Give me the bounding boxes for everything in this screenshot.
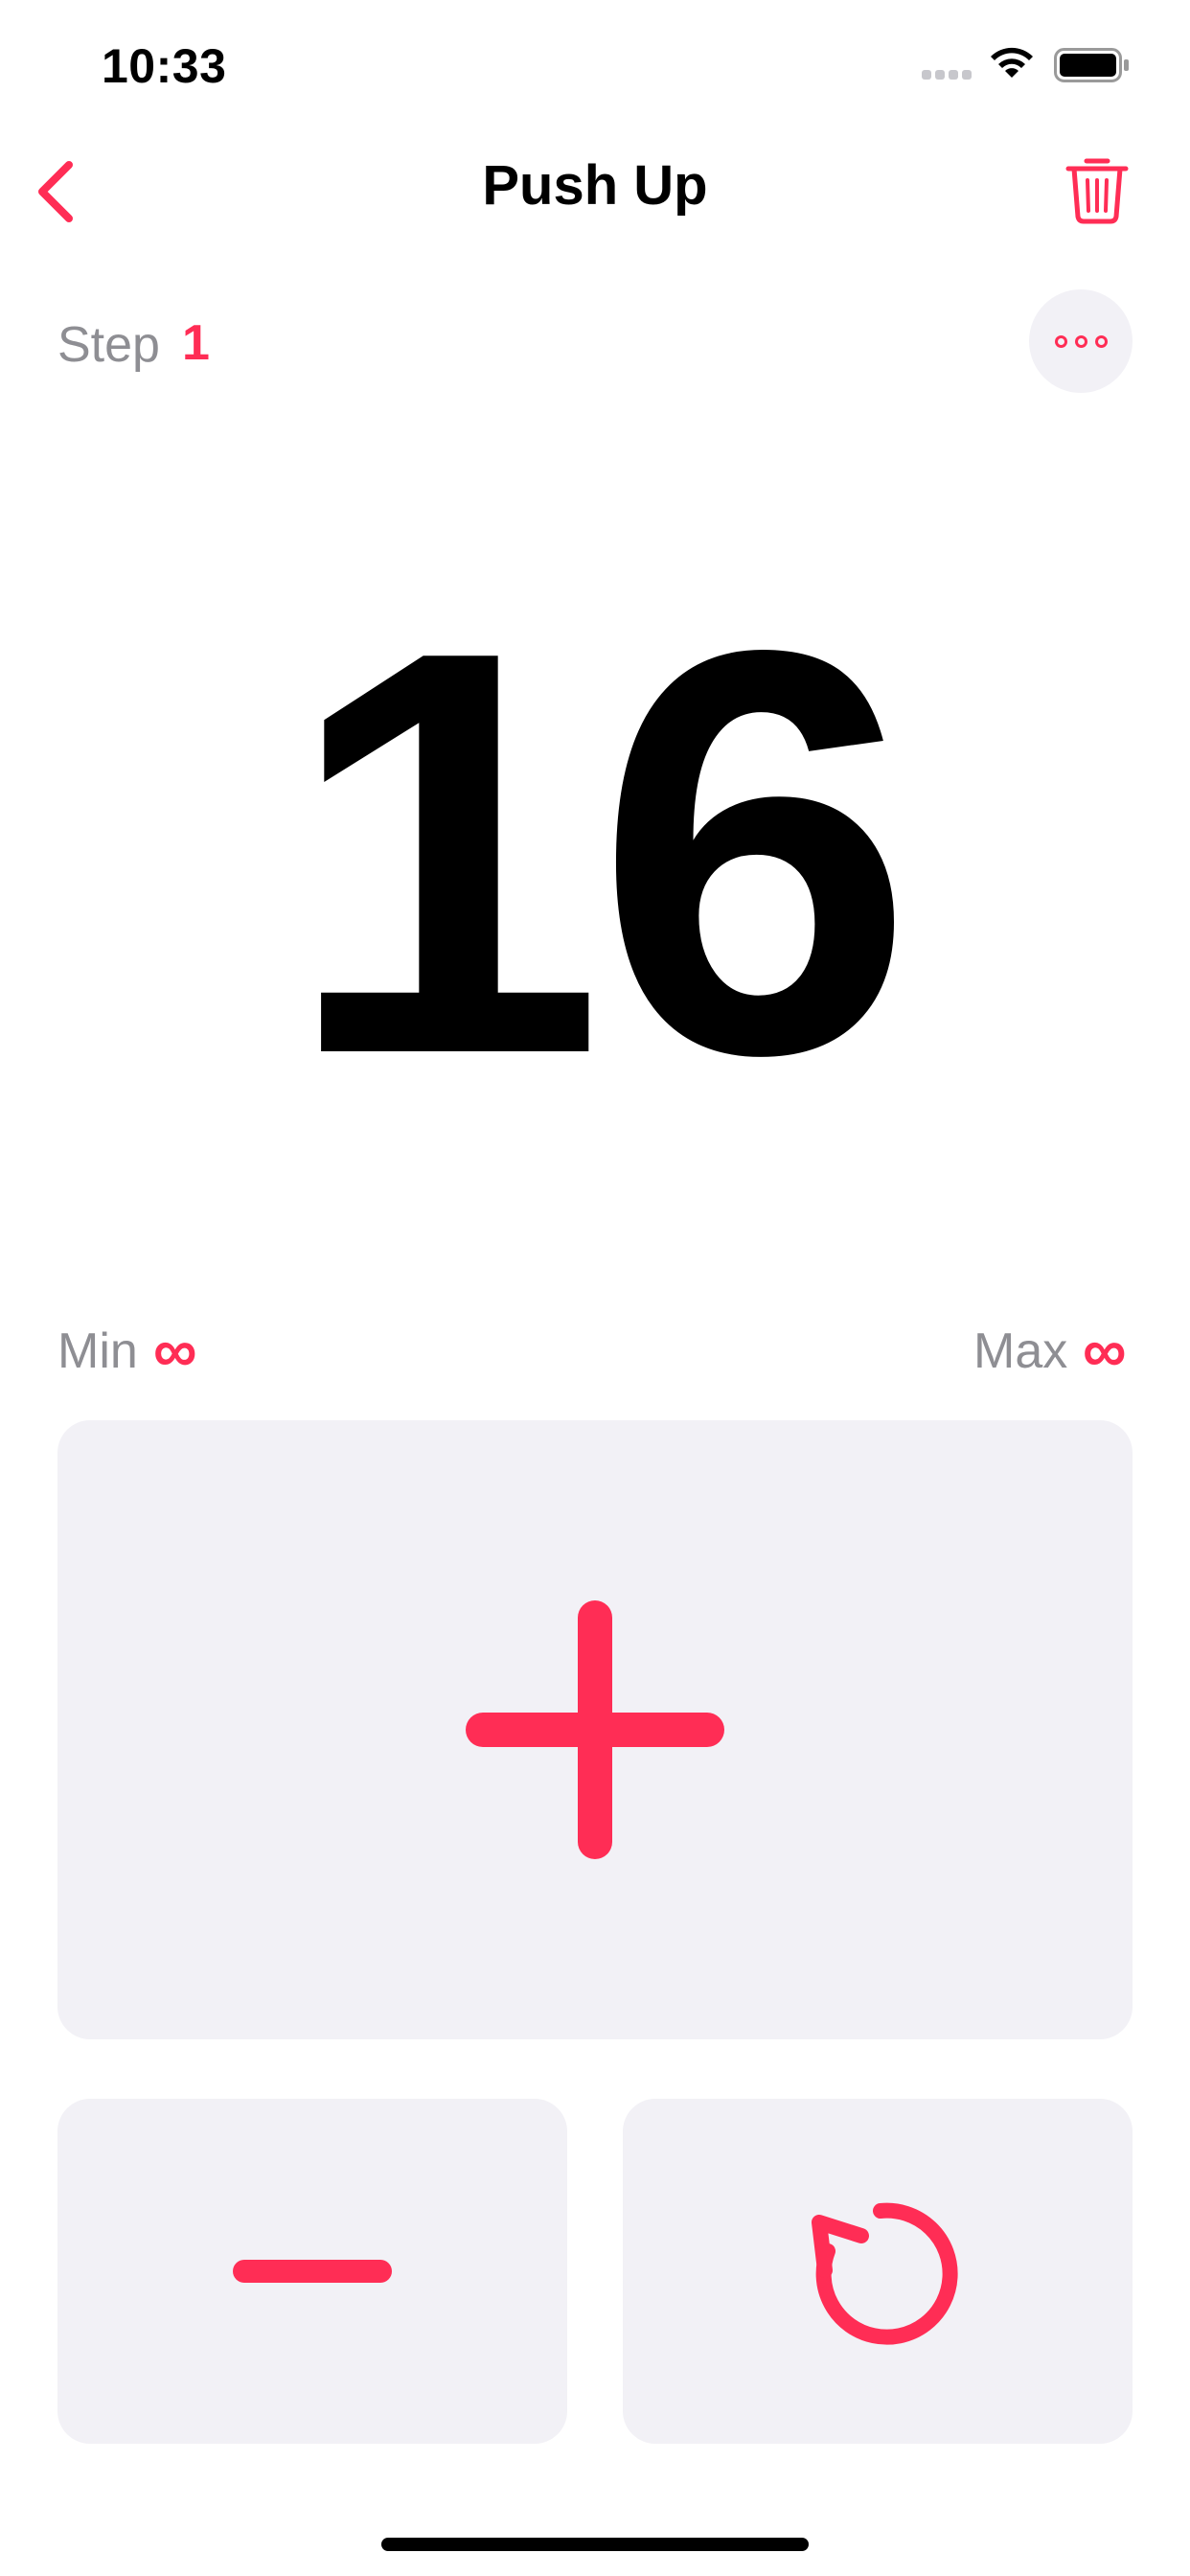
reset-button[interactable] (623, 2099, 1133, 2444)
cellular-signal-icon (922, 67, 975, 84)
counter-value: 16 (285, 532, 914, 1174)
decrement-button[interactable] (57, 2099, 567, 2444)
step-value: 1 (182, 315, 210, 371)
ellipsis-icon (1051, 334, 1111, 348)
min-value[interactable]: ∞ (153, 1315, 197, 1386)
step-label: Step (57, 317, 160, 373)
delete-button[interactable] (1064, 153, 1131, 224)
battery-icon (1054, 48, 1129, 82)
more-options-button[interactable] (1029, 289, 1133, 393)
reset-icon (812, 2202, 958, 2345)
minus-icon (233, 2260, 392, 2283)
page-title: Push Up (482, 154, 708, 217)
status-time: 10:33 (102, 39, 227, 93)
plus-icon (466, 1600, 724, 1859)
home-indicator (381, 2538, 809, 2551)
increment-button[interactable] (57, 1420, 1133, 2039)
wifi-icon (991, 47, 1033, 78)
trash-icon (1065, 158, 1129, 224)
min-label: Min (57, 1323, 138, 1379)
max-label: Max (973, 1323, 1068, 1379)
max-value[interactable]: ∞ (1083, 1315, 1127, 1386)
